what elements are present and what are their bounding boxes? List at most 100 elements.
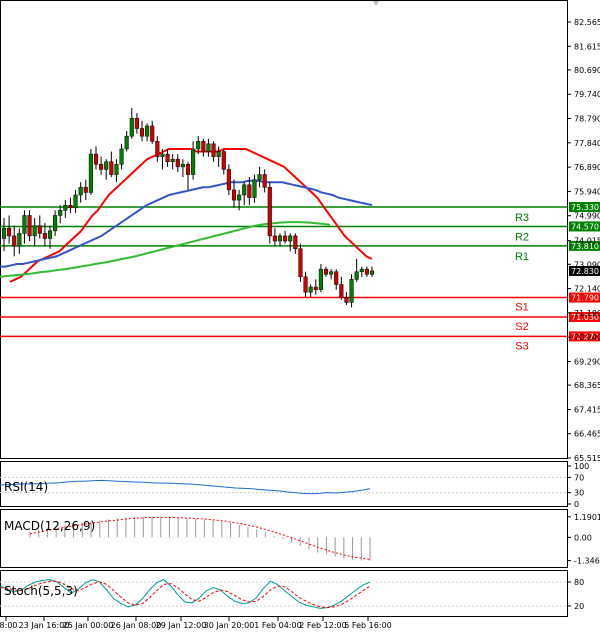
- level-label-r3: R3: [515, 212, 529, 224]
- candle-body: [272, 235, 277, 242]
- price-tick-label: 76.890: [574, 163, 600, 172]
- level-price-tag-label: 74.570: [571, 222, 599, 231]
- candle-body: [155, 141, 160, 157]
- candle-body: [318, 268, 323, 290]
- candle-body: [206, 143, 211, 152]
- candle-body: [293, 235, 298, 249]
- candle-body: [150, 125, 155, 142]
- candle-body: [211, 143, 216, 157]
- candle-body: [37, 225, 42, 234]
- candle-body: [344, 297, 349, 303]
- candle-body: [17, 233, 22, 247]
- candle-body: [288, 235, 293, 242]
- candle-body: [359, 268, 364, 272]
- candle-body: [339, 284, 344, 298]
- level-label-s2: S2: [515, 321, 528, 333]
- candle-body: [349, 279, 354, 303]
- candle-body: [231, 189, 237, 201]
- rsi-tick-label: 30: [574, 489, 584, 498]
- candle-body: [47, 230, 53, 239]
- candle-body: [119, 148, 124, 165]
- candle-body: [170, 158, 175, 163]
- candle-body: [93, 153, 99, 165]
- time-tick-label: 08:00: [0, 621, 18, 630]
- rsi-tick-label: 100: [574, 462, 589, 471]
- trading-chart: R375.330R274.570R173.810S171.790S271.030…: [0, 0, 600, 630]
- price-tick-label: 79.740: [574, 90, 600, 99]
- macd-tick-label: -1.346: [574, 557, 600, 566]
- candle-body: [78, 187, 83, 196]
- price-tick-label: 70.240: [574, 333, 600, 342]
- price-tick-label: 71.190: [574, 309, 600, 318]
- rsi-tick-label: 0: [574, 500, 579, 509]
- candle-body: [160, 153, 165, 157]
- rsi-title: RSI(14): [4, 480, 48, 494]
- candle-body: [267, 187, 272, 237]
- price-tick-label: 75.940: [574, 187, 600, 196]
- time-tick-label: 26 Jan 08:00: [111, 621, 162, 630]
- time-tick-label: 2 Feb 12:00: [299, 621, 346, 630]
- candle-body: [308, 286, 313, 293]
- candle-body: [277, 235, 283, 242]
- candle-body: [334, 271, 339, 285]
- candle-body: [58, 210, 63, 216]
- candle-body: [303, 276, 308, 293]
- candle-body: [354, 271, 359, 280]
- candle-body: [257, 174, 262, 180]
- candle-body: [196, 141, 201, 150]
- candle-body: [237, 194, 242, 201]
- time-tick-label: 5 Feb 16:00: [344, 621, 391, 630]
- stoch-tick-label: 20: [574, 602, 584, 611]
- candle-body: [191, 148, 196, 175]
- stoch-title: Stoch(5,5,3): [4, 584, 78, 598]
- level-label-r2: R2: [515, 231, 529, 243]
- candle-body: [298, 248, 303, 278]
- candle-body: [145, 125, 150, 137]
- shift-marker-icon[interactable]: [373, 1, 379, 6]
- candle-body: [99, 164, 104, 170]
- candle-body: [262, 174, 267, 188]
- candle-body: [27, 215, 32, 237]
- price-tick-label: 74.015: [574, 237, 600, 246]
- candle-body: [104, 161, 109, 170]
- candle-body: [83, 187, 88, 193]
- candle-body: [242, 184, 247, 196]
- candle-body: [63, 204, 68, 211]
- level-label-s3: S3: [515, 340, 528, 352]
- candle-body: [139, 128, 145, 137]
- price-tick-label: 73.090: [574, 260, 600, 269]
- level-label-s1: S1: [515, 302, 528, 314]
- candle-body: [73, 194, 78, 209]
- level-price-tag-label: 71.790: [571, 294, 599, 303]
- rsi-tick-label: 70: [574, 473, 584, 482]
- candle-body: [42, 233, 47, 239]
- rsi-line: [0, 479, 371, 495]
- candle-body: [129, 118, 134, 137]
- price-tick-label: 82.565: [574, 18, 600, 27]
- rsi-pane-frame: [0, 461, 568, 507]
- macd-tick-label: 1.1901: [574, 513, 600, 522]
- candle-body: [221, 151, 226, 170]
- candle-body: [53, 215, 58, 232]
- candle-body: [165, 153, 170, 163]
- candle-body: [7, 227, 12, 237]
- time-tick-label: 30 Jan 20:00: [204, 621, 255, 630]
- candle-body: [185, 164, 191, 175]
- candle-body: [32, 225, 37, 237]
- main-pane-frame: [0, 0, 568, 459]
- time-tick-label: 25 Jan 00:00: [63, 621, 114, 630]
- candle-body: [369, 270, 375, 275]
- price-tick-label: 68.365: [574, 381, 600, 390]
- price-tick-label: 72.140: [574, 285, 600, 294]
- price-tick-label: 67.415: [574, 405, 600, 414]
- candle-body: [22, 215, 27, 234]
- candle-body: [68, 204, 73, 209]
- time-tick-label: 1 Feb 04:00: [254, 621, 301, 630]
- candle-body: [329, 271, 334, 275]
- macd-tick-label: 0.00: [574, 533, 592, 542]
- level-label-r1: R1: [515, 251, 529, 263]
- candle-body: [216, 151, 221, 157]
- price-tick-label: 74.990: [574, 212, 600, 221]
- candle-body: [88, 153, 93, 193]
- price-tick-label: 69.290: [574, 357, 600, 366]
